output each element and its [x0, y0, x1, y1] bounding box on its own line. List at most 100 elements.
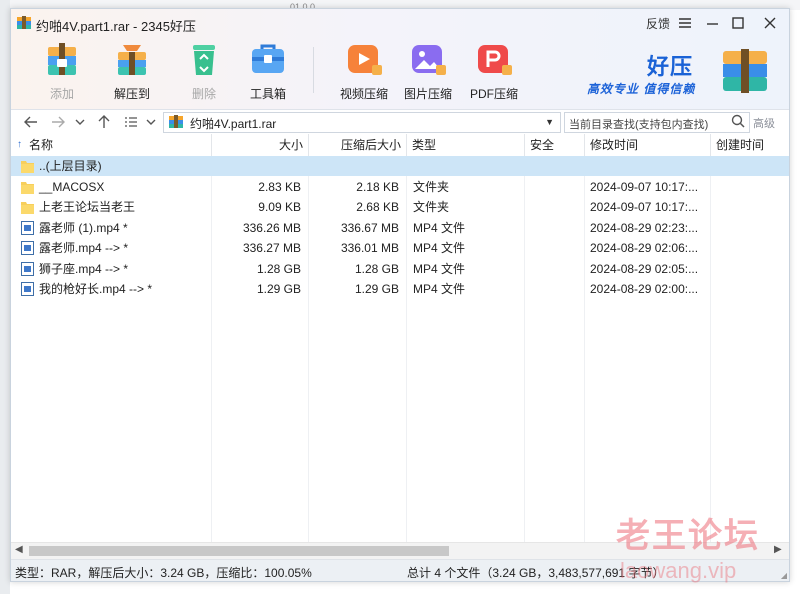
- column-header-size[interactable]: 大小: [212, 134, 309, 156]
- cell-security: [525, 177, 585, 197]
- cell-security: [525, 156, 585, 176]
- path-field[interactable]: 约啪4V.part1.rar ▼: [163, 112, 561, 133]
- cell-security: [525, 218, 585, 238]
- video-compress-label: 视频压缩: [339, 87, 388, 101]
- app-window: 约啪4V.part1.rar - 2345好压 反馈 添加 解压到 删除 工具箱…: [10, 8, 790, 582]
- path-dropdown-icon[interactable]: ▼: [545, 117, 554, 127]
- navigation-bar: 约啪4V.part1.rar ▼ 当前目录查找(支持包内查找) 高级: [11, 109, 789, 135]
- search-input[interactable]: 当前目录查找(支持包内查找): [564, 112, 750, 133]
- cell-created: [711, 238, 789, 258]
- watermark-text: 老王论坛: [616, 517, 760, 555]
- delete-label: 删除: [191, 87, 216, 101]
- search-placeholder: 当前目录查找(支持包内查找): [569, 119, 709, 131]
- video-file-icon: [21, 220, 34, 235]
- toolbox-label: 工具箱: [249, 87, 286, 101]
- cell-modified: 2024-09-07 10:17:...: [590, 200, 699, 214]
- brand-slogan: 高效专业 值得信赖: [587, 82, 696, 96]
- menu-button[interactable]: [675, 13, 695, 33]
- list-view-icon: [125, 117, 137, 127]
- view-mode-button[interactable]: [121, 112, 141, 132]
- recycle-delete-icon: [184, 39, 224, 79]
- chevron-down-icon: [146, 119, 156, 125]
- up-button[interactable]: [93, 112, 115, 132]
- file-row[interactable]: 我的枪好长.mp4 --> * 1.29 GB 1.29 GB MP4 文件 2024-…: [11, 279, 789, 299]
- column-header-packed-size[interactable]: 压缩后大小: [309, 134, 407, 156]
- file-name: 上老王论坛当老王: [39, 200, 136, 214]
- desktop-background-left: [0, 0, 10, 594]
- folder-icon: [21, 159, 34, 173]
- window-title: 约啪4V.part1.rar - 2345好压: [36, 19, 196, 34]
- brand-archive-icon: [719, 47, 771, 98]
- video-file-icon: [21, 282, 34, 296]
- folder-icon: [21, 200, 34, 214]
- file-row[interactable]: __MACOSX 2.83 KB 2.18 KB 文件夹 2024-09-07 10:1…: [11, 177, 789, 197]
- minimize-button[interactable]: [701, 13, 723, 33]
- back-button[interactable]: [19, 112, 43, 132]
- file-row[interactable]: 上老王论坛当老王 9.09 KB 2.68 KB 文件夹 2024-09-07 10:1…: [11, 197, 789, 217]
- delete-button[interactable]: 删除: [173, 39, 235, 102]
- feedback-button[interactable]: 反馈: [643, 13, 673, 33]
- title-bar[interactable]: 约啪4V.part1.rar - 2345好压 反馈: [11, 9, 789, 35]
- cell-packed-size: 336.67 MB: [340, 220, 399, 235]
- cell-type: MP4 文件: [413, 261, 466, 276]
- file-row[interactable]: 露老师 (1).mp4 * 336.26 MB 336.67 MB MP4 文件 202…: [11, 218, 789, 238]
- cell-type: 文件夹: [413, 179, 450, 194]
- video-file-icon: [21, 261, 34, 276]
- cell-security: [525, 238, 585, 258]
- view-mode-dropdown[interactable]: [143, 112, 159, 132]
- cell-name: __MACOSX: [11, 177, 211, 197]
- pdf-compress-label: PDF压缩: [469, 87, 518, 101]
- cell-name: 我的枪好长.mp4 --> *: [11, 279, 211, 299]
- cell-modified: 2024-09-07 10:17:...: [590, 179, 699, 194]
- resize-grip-icon[interactable]: ◢: [781, 571, 787, 580]
- column-header-name[interactable]: ↑ 名称: [11, 134, 212, 156]
- advanced-search-link[interactable]: 高级: [753, 115, 775, 131]
- watermark-url: laowang.vip: [620, 558, 737, 583]
- cell-type: MP4 文件: [413, 282, 466, 296]
- archive-app-icon: [17, 16, 31, 29]
- scroll-left-icon[interactable]: ◀: [15, 544, 23, 555]
- toolbar: 添加 解压到 删除 工具箱 视频压缩 图片压缩 PDF压缩 好压 高效专业 值得…: [11, 35, 789, 109]
- cell-modified: 2024-08-29 02:00:...: [590, 282, 699, 296]
- file-row[interactable]: 露老师.mp4 --> * 336.27 MB 336.01 MB MP4 文件 202…: [11, 238, 789, 258]
- search-icon[interactable]: [731, 114, 745, 131]
- maximize-button[interactable]: [727, 13, 749, 33]
- image-compress-button[interactable]: 图片压缩: [397, 39, 459, 102]
- column-header-security[interactable]: 安全: [525, 134, 585, 156]
- column-header-type[interactable]: 类型: [407, 134, 525, 156]
- history-dropdown[interactable]: [71, 112, 89, 132]
- cell-created: [711, 177, 789, 197]
- close-button[interactable]: [759, 13, 781, 33]
- cell-modified: 2024-08-29 02:23:...: [590, 220, 699, 235]
- cell-size: 9.09 KB: [258, 200, 301, 214]
- cell-name: 露老师.mp4 --> *: [11, 238, 211, 258]
- extract-button[interactable]: 解压到: [101, 39, 163, 102]
- cell-size: 336.26 MB: [242, 220, 301, 235]
- cell-packed-size: 2.68 KB: [356, 200, 399, 214]
- file-name: 狮子座.mp4 --> *: [39, 261, 129, 276]
- chevron-down-icon: [75, 119, 85, 125]
- brand-logo: 好压 高效专业 值得信赖: [579, 45, 785, 105]
- file-row[interactable]: 狮子座.mp4 --> * 1.28 GB 1.28 GB MP4 文件 2024-08…: [11, 259, 789, 279]
- cell-size: 336.27 MB: [242, 241, 301, 255]
- maximize-icon: [732, 17, 744, 29]
- brand-name: 好压: [647, 54, 694, 79]
- sort-ascending-icon: ↑: [17, 139, 22, 150]
- pdf-compress-button[interactable]: PDF压缩: [463, 39, 525, 102]
- hamburger-menu-icon: [679, 18, 691, 28]
- file-row[interactable]: ..(上层目录): [11, 156, 789, 176]
- file-list: ↑ 名称 大小 压缩后大小 类型 安全 修改时间 创建时间 ..(上层目录) __…: [11, 134, 789, 542]
- column-header-modified[interactable]: 修改时间: [585, 134, 711, 156]
- video-file-icon: [21, 241, 34, 255]
- scrollbar-thumb[interactable]: [29, 546, 449, 556]
- cell-name: ..(上层目录): [11, 156, 211, 176]
- forward-button[interactable]: [47, 112, 69, 132]
- add-button[interactable]: 添加: [31, 39, 93, 102]
- column-header-row: ↑ 名称 大小 压缩后大小 类型 安全 修改时间 创建时间: [11, 134, 789, 157]
- scroll-right-icon[interactable]: ▶: [774, 544, 782, 555]
- toolbox-button[interactable]: 工具箱: [237, 39, 299, 102]
- file-name: 露老师.mp4 --> *: [39, 241, 129, 255]
- archive-icon: [169, 115, 183, 131]
- video-compress-button[interactable]: 视频压缩: [333, 39, 395, 102]
- column-header-created[interactable]: 创建时间: [711, 134, 789, 156]
